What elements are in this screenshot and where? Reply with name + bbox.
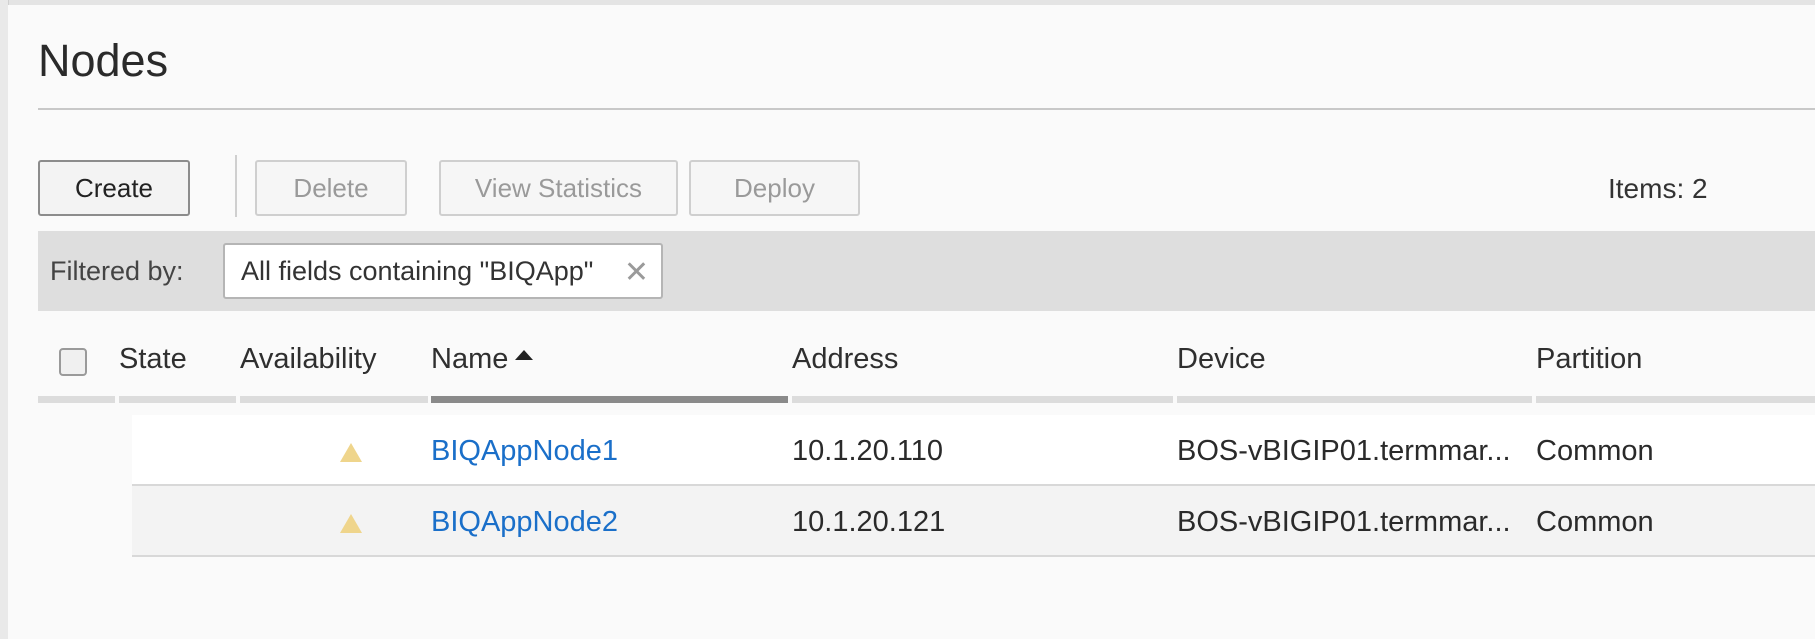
column-header-address[interactable]: Address (792, 343, 898, 376)
column-resize-bar-device[interactable] (1177, 396, 1532, 403)
select-all-checkbox[interactable] (59, 348, 87, 376)
node-device: BOS-vBIGIP01.termmar... (1177, 506, 1511, 538)
node-address: 10.1.20.121 (792, 506, 946, 538)
warning-triangle-icon (340, 443, 362, 462)
column-resize-bar-name[interactable] (431, 396, 788, 403)
node-address: 10.1.20.110 (792, 435, 944, 467)
deploy-button[interactable]: Deploy (689, 160, 860, 216)
column-header-availability[interactable]: Availability (240, 343, 376, 376)
node-partition: Common (1536, 435, 1654, 467)
table-row[interactable]: BIQAppNode2 10.1.20.121 BOS-vBIGIP01.ter… (132, 486, 1815, 557)
sort-ascending-icon (515, 350, 534, 360)
table-row[interactable]: BIQAppNode1 10.1.20.110 BOS-vBIGIP01.ter… (132, 415, 1815, 486)
warning-triangle-icon (340, 514, 362, 533)
node-partition: Common (1536, 506, 1654, 538)
delete-button[interactable]: Delete (255, 160, 407, 216)
node-name-link[interactable]: BIQAppNode2 (431, 506, 618, 539)
node-name-link[interactable]: BIQAppNode1 (431, 435, 618, 468)
create-button[interactable]: Create (38, 160, 190, 216)
page-title: Nodes (38, 35, 169, 86)
close-icon[interactable]: ✕ (624, 255, 649, 290)
title-divider (38, 108, 1815, 110)
filter-chip[interactable]: All fields containing "BIQApp" ✕ (223, 243, 663, 299)
nodes-panel: Nodes Create Delete View Statistics Depl… (8, 5, 1815, 639)
column-resize-bar-checkbox (38, 396, 115, 403)
column-header-device[interactable]: Device (1177, 343, 1266, 376)
column-resize-bar-availability[interactable] (240, 396, 428, 403)
column-resize-bar-state[interactable] (119, 396, 236, 403)
column-header-partition[interactable]: Partition (1536, 343, 1642, 376)
column-resize-bar-partition[interactable] (1536, 396, 1815, 403)
filter-bar: Filtered by: All fields containing "BIQA… (38, 231, 1815, 311)
node-device: BOS-vBIGIP01.termmar... (1177, 435, 1511, 467)
column-header-name-label: Name (431, 343, 509, 375)
view-statistics-button[interactable]: View Statistics (439, 160, 678, 216)
toolbar-separator (235, 155, 237, 217)
items-count: Items: 2 (1608, 173, 1708, 204)
column-resize-bar-address[interactable] (792, 396, 1173, 403)
filter-label: Filtered by: (50, 256, 184, 286)
column-header-name[interactable]: Name (431, 343, 534, 376)
filter-chip-text: All fields containing "BIQApp" (241, 255, 594, 286)
column-header-state[interactable]: State (119, 343, 187, 376)
